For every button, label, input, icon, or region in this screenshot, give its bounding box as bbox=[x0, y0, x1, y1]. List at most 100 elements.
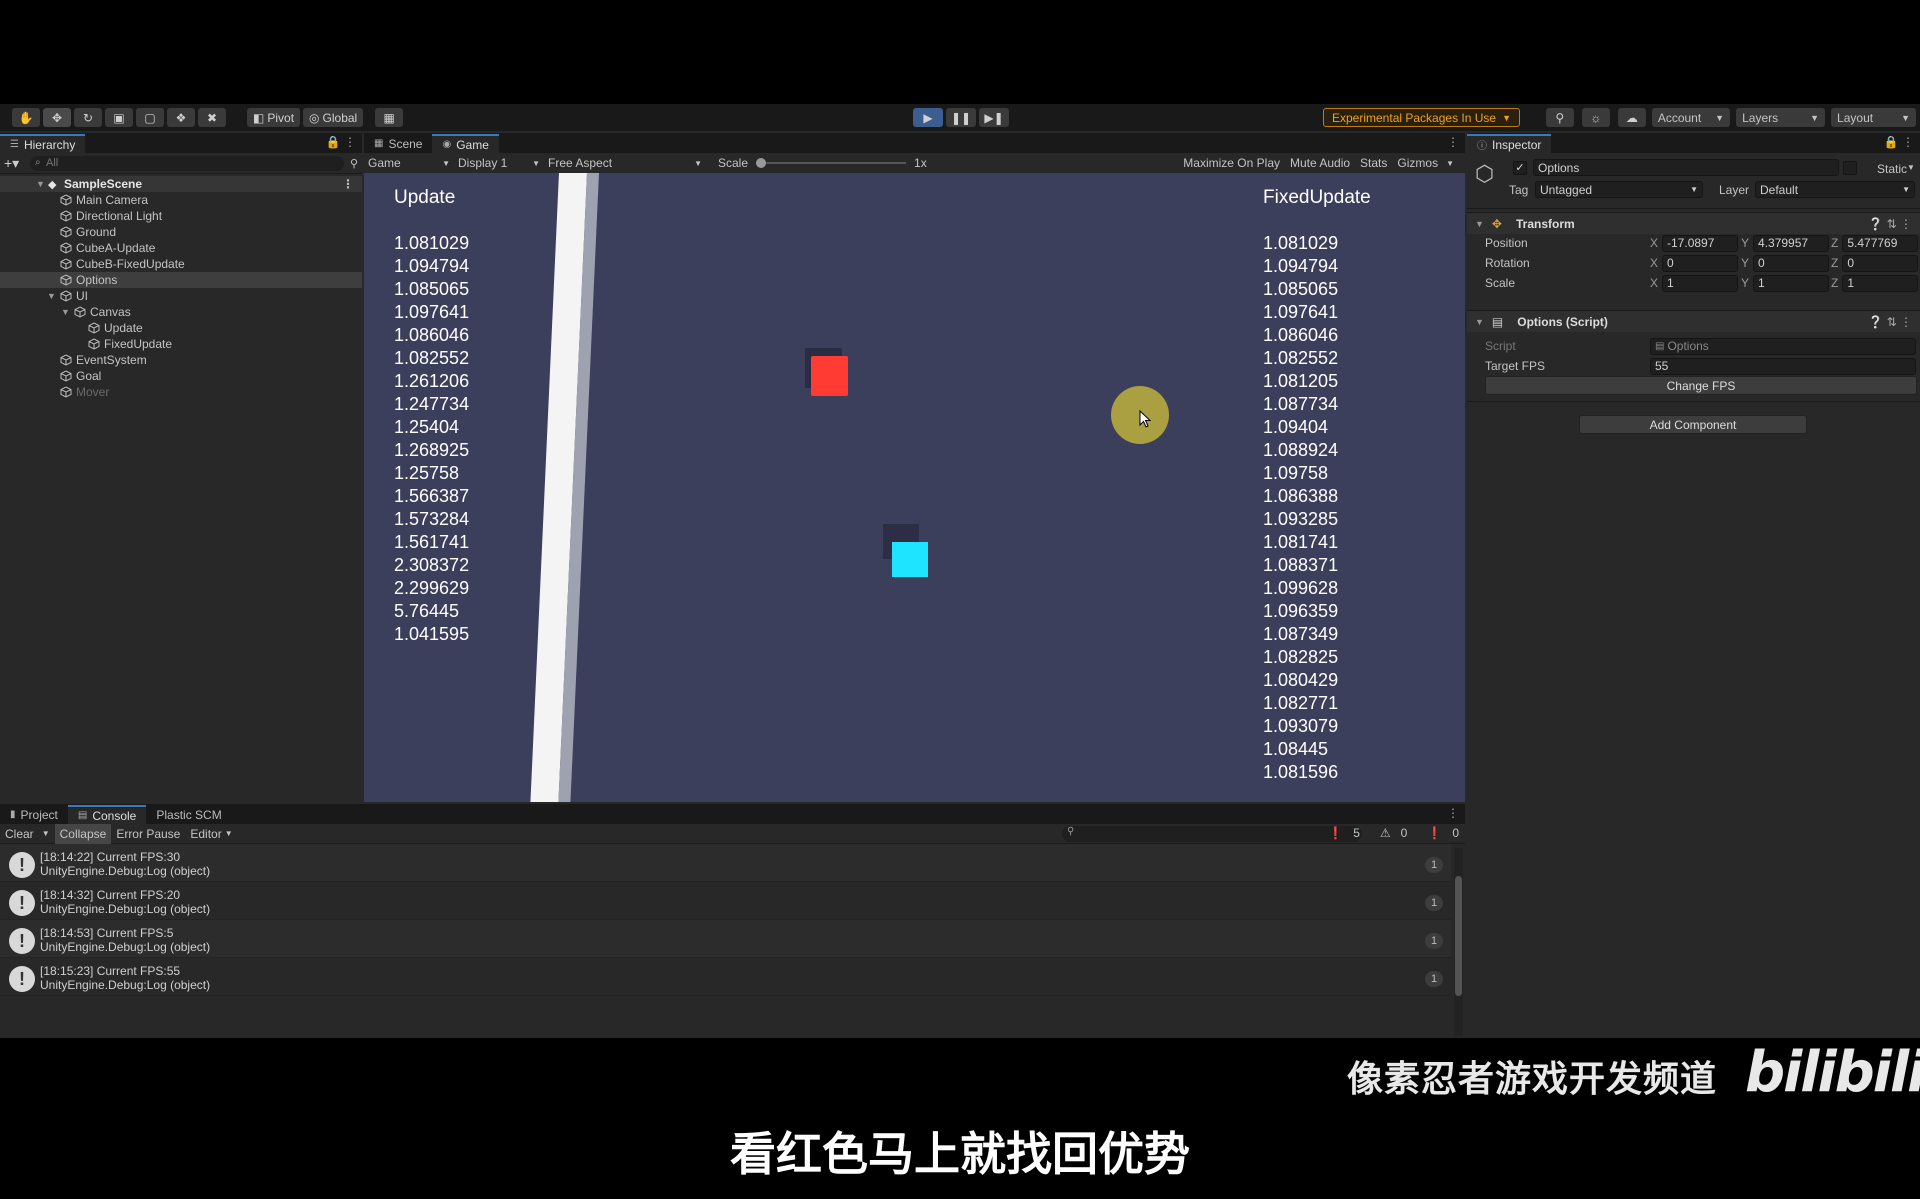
display-dropdown[interactable]: Display 1 ▼ bbox=[454, 153, 544, 173]
scale-x-input[interactable]: 1 bbox=[1662, 274, 1739, 292]
add-component-button[interactable]: Add Component bbox=[1579, 415, 1807, 434]
scale-y-value: 1 bbox=[1758, 276, 1765, 290]
rotate-tool-button[interactable]: ↻ bbox=[74, 108, 102, 127]
active-checkbox[interactable]: ✓ bbox=[1513, 161, 1527, 175]
tab-hierarchy[interactable]: ☰ Hierarchy bbox=[0, 134, 86, 153]
tree-row[interactable]: FixedUpdate bbox=[0, 336, 362, 352]
move-tool-button[interactable]: ✥ bbox=[43, 108, 71, 127]
static-checkbox[interactable] bbox=[1843, 161, 1857, 175]
grid-snap-button[interactable]: ▦ bbox=[375, 108, 404, 127]
account-dropdown[interactable]: Account ▼ bbox=[1651, 108, 1731, 127]
layout-dropdown[interactable]: Layout ▼ bbox=[1831, 108, 1916, 127]
warning-count-toggle[interactable]: ⚠ 0 bbox=[1370, 826, 1407, 840]
position-y-input[interactable]: 4.379957 bbox=[1753, 234, 1830, 252]
scale-slider[interactable] bbox=[756, 158, 907, 168]
clear-button[interactable]: Clear ▼ bbox=[0, 824, 55, 844]
stats-toggle[interactable]: Stats bbox=[1355, 153, 1392, 173]
tab-console[interactable]: ▤ Console bbox=[67, 805, 147, 824]
experimental-packages-dropdown[interactable]: Experimental Packages In Use ▼ bbox=[1323, 108, 1521, 127]
tree-row[interactable]: Main Camera bbox=[0, 192, 362, 208]
error-count-toggle[interactable]: ❗ 0 bbox=[1417, 826, 1459, 840]
position-x-input[interactable]: -17.0897 bbox=[1662, 234, 1739, 252]
tree-row[interactable]: CubeB-FixedUpdate bbox=[0, 256, 362, 272]
scale-z-input[interactable]: 1 bbox=[1842, 274, 1919, 292]
expand-arrow-icon[interactable]: ▼ bbox=[47, 291, 56, 301]
chevron-down-icon: ▼ bbox=[41, 829, 50, 838]
expand-arrow-icon[interactable]: ▼ bbox=[61, 307, 70, 317]
scale-slider-knob[interactable] bbox=[756, 158, 767, 168]
panel-menu-icon[interactable]: 🔒 ⋮ bbox=[326, 135, 356, 149]
hierarchy-search-input[interactable]: All bbox=[30, 155, 344, 171]
component-menu-icons[interactable]: ❔ ⇅ ⋮ bbox=[1868, 315, 1912, 329]
position-z-input[interactable]: 5.477769 bbox=[1842, 234, 1919, 252]
tree-row[interactable]: ▼ Canvas bbox=[0, 304, 362, 320]
log-entry[interactable]: ! [18:14:22] Current FPS:30 UnityEngine.De… bbox=[0, 844, 1451, 882]
tab-plastic-scm[interactable]: Plastic SCM bbox=[146, 805, 231, 824]
search-options-icon[interactable]: ⚲ bbox=[350, 157, 358, 170]
global-toggle[interactable]: ◎ Global bbox=[303, 108, 364, 127]
tree-row[interactable]: CubeA-Update bbox=[0, 240, 362, 256]
tree-row[interactable]: Directional Light bbox=[0, 208, 362, 224]
rotation-x-input[interactable]: 0 bbox=[1662, 254, 1739, 272]
component-menu-icons[interactable]: ❔ ⇅ ⋮ bbox=[1868, 217, 1912, 231]
error-pause-toggle[interactable]: Error Pause bbox=[111, 824, 185, 844]
tab-game[interactable]: ◉ Game bbox=[432, 134, 499, 153]
gizmos-dropdown[interactable]: Gizmos ▼ bbox=[1392, 153, 1459, 173]
panel-menu-icon[interactable]: 🔒 ⋮ bbox=[1884, 135, 1914, 149]
tree-row[interactable]: EventSystem bbox=[0, 352, 362, 368]
cloud-button[interactable]: ☁ bbox=[1617, 108, 1646, 127]
tree-row-label: UI bbox=[76, 289, 88, 303]
tree-row[interactable]: Update bbox=[0, 320, 362, 336]
play-button[interactable]: ▶ bbox=[913, 108, 943, 127]
scale-tool-button[interactable]: ▣ bbox=[105, 108, 133, 127]
tab-project[interactable]: ▮ Project bbox=[0, 805, 68, 824]
transform-header[interactable]: ▼ ✥ Transform ❔ ⇅ ⋮ bbox=[1467, 212, 1920, 234]
panel-menu-icon[interactable]: ⋮ bbox=[1447, 806, 1459, 820]
layers-dropdown[interactable]: Layers ▼ bbox=[1736, 108, 1826, 127]
chevron-down-icon[interactable]: ▼ bbox=[1907, 163, 1915, 172]
pause-button[interactable]: ❚❚ bbox=[946, 108, 976, 127]
panel-menu-icon[interactable]: ⋮ bbox=[1447, 135, 1459, 149]
console-scrollbar[interactable] bbox=[1454, 848, 1463, 1036]
hand-tool-button[interactable]: ✋ bbox=[12, 108, 40, 127]
collapse-toggle[interactable]: Collapse bbox=[54, 823, 112, 844]
search-button[interactable]: ⚲ bbox=[1545, 108, 1574, 127]
log-entry[interactable]: ! [18:14:32] Current FPS:20 UnityEngine.De… bbox=[0, 882, 1451, 920]
kebab-menu-icon[interactable]: ⋮ bbox=[342, 177, 354, 191]
log-entry[interactable]: ! [18:15:23] Current FPS:55 UnityEngine.De… bbox=[0, 958, 1451, 996]
transform-tool-button[interactable]: ❖ bbox=[167, 108, 195, 127]
change-fps-button[interactable]: Change FPS bbox=[1485, 376, 1917, 395]
tree-row[interactable]: ▼ UI bbox=[0, 288, 362, 304]
tree-row[interactable]: Mover bbox=[0, 384, 362, 400]
tree-row[interactable]: Goal bbox=[0, 368, 362, 384]
tree-row[interactable]: Ground bbox=[0, 224, 362, 240]
game-mode-dropdown[interactable]: Game ▼ bbox=[364, 153, 454, 173]
tag-dropdown[interactable]: Untagged ▼ bbox=[1535, 181, 1703, 198]
custom-tool-button[interactable]: ✖ bbox=[198, 108, 226, 127]
aspect-dropdown[interactable]: Free Aspect ▼ bbox=[544, 153, 706, 173]
scale-y-input[interactable]: 1 bbox=[1753, 274, 1830, 292]
services-button[interactable]: ☼ bbox=[1581, 108, 1610, 127]
layer-dropdown[interactable]: Default ▼ bbox=[1755, 181, 1915, 198]
pivot-toggle[interactable]: ◧ Pivot bbox=[247, 108, 301, 127]
tab-scene[interactable]: ▦ Scene bbox=[364, 134, 432, 153]
editor-dropdown[interactable]: Editor ▼ bbox=[185, 824, 237, 844]
target-fps-input[interactable]: 55 bbox=[1650, 357, 1916, 375]
rotation-z-input[interactable]: 0 bbox=[1842, 254, 1919, 272]
info-count-toggle[interactable]: ❗ 5 bbox=[1318, 826, 1360, 840]
mute-audio-toggle[interactable]: Mute Audio bbox=[1285, 153, 1355, 173]
value-line: 1.086388 bbox=[1263, 486, 1339, 506]
step-button[interactable]: ▶❚ bbox=[979, 108, 1009, 127]
create-button[interactable]: +▾ bbox=[4, 155, 30, 172]
script-component-header[interactable]: ▼ ▤ Options (Script) ❔ ⇅ ⋮ bbox=[1467, 310, 1920, 332]
tree-row-scene[interactable]: ▼ ◆ SampleScene ⋮ bbox=[0, 176, 362, 192]
rect-tool-button[interactable]: ▢ bbox=[136, 108, 164, 127]
rotation-y-input[interactable]: 0 bbox=[1753, 254, 1830, 272]
log-entry[interactable]: ! [18:14:53] Current FPS:5 UnityEngine.Deb… bbox=[0, 920, 1451, 958]
tab-inspector[interactable]: ⓘ Inspector bbox=[1467, 134, 1552, 153]
maximize-on-play-toggle[interactable]: Maximize On Play bbox=[1178, 153, 1285, 173]
tree-row[interactable]: Options bbox=[0, 272, 362, 288]
console-scrollbar-thumb[interactable] bbox=[1455, 876, 1462, 996]
game-viewport[interactable]: Update 1.081029 1.094794 1.085065 1.097641 1… bbox=[364, 173, 1465, 802]
object-name-field[interactable]: Options bbox=[1533, 159, 1839, 176]
